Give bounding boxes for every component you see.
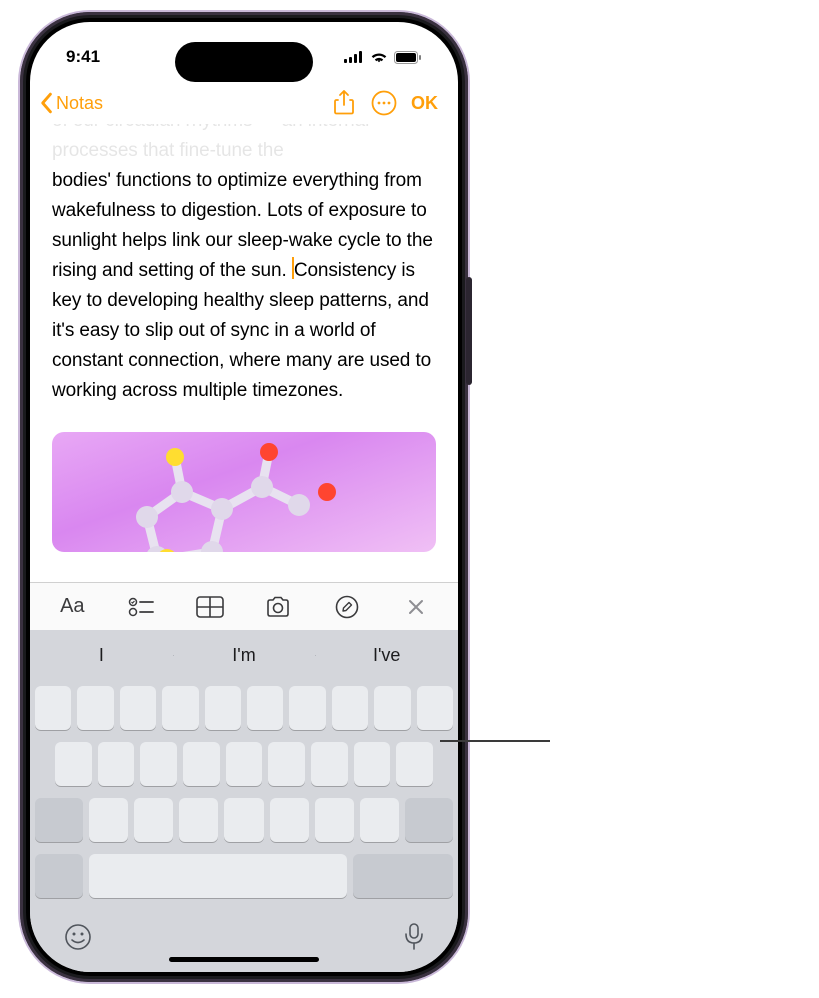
key-return[interactable] xyxy=(353,854,453,898)
key-blank[interactable] xyxy=(315,798,354,842)
checklist-button[interactable] xyxy=(107,583,176,631)
done-label: OK xyxy=(411,93,438,113)
markup-button[interactable] xyxy=(313,583,382,631)
key-blank[interactable] xyxy=(268,742,305,786)
dynamic-island xyxy=(175,42,313,82)
key-space[interactable] xyxy=(89,854,347,898)
side-power-button xyxy=(466,277,472,385)
key-blank[interactable] xyxy=(162,686,198,730)
key-blank[interactable] xyxy=(35,686,71,730)
keyboard xyxy=(30,680,458,972)
key-blank[interactable] xyxy=(77,686,113,730)
key-blank[interactable] xyxy=(396,742,433,786)
battery-icon xyxy=(394,51,422,64)
predictive-suggestion-2[interactable]: I'm xyxy=(173,645,316,666)
dictation-button[interactable] xyxy=(403,922,425,952)
done-button[interactable]: OK xyxy=(405,93,444,114)
text-format-button[interactable]: Aa xyxy=(38,583,107,631)
key-blank[interactable] xyxy=(417,686,453,730)
key-blank[interactable] xyxy=(183,742,220,786)
predictive-suggestion-3[interactable]: I've xyxy=(315,645,458,666)
checklist-icon xyxy=(128,597,154,617)
close-toolbar-button[interactable] xyxy=(381,583,450,631)
home-indicator[interactable] xyxy=(169,957,319,962)
predictive-bar: I I'm I've xyxy=(30,630,458,680)
key-blank[interactable] xyxy=(224,798,263,842)
emoji-button[interactable] xyxy=(63,922,93,952)
key-blank[interactable] xyxy=(55,742,92,786)
key-blank[interactable] xyxy=(120,686,156,730)
key-blank[interactable] xyxy=(332,686,368,730)
key-blank[interactable] xyxy=(226,742,263,786)
screen: 9:41 Notas xyxy=(30,22,458,972)
key-blank[interactable] xyxy=(98,742,135,786)
note-text-after-cursor: Consistency is key to developing healthy… xyxy=(52,260,431,401)
close-icon xyxy=(407,598,425,616)
nav-bar: Notas OK xyxy=(30,82,458,124)
camera-button[interactable] xyxy=(244,583,313,631)
key-blank[interactable] xyxy=(374,686,410,730)
markup-icon xyxy=(335,595,359,619)
ellipsis-circle-icon xyxy=(371,90,397,116)
key-numbers[interactable] xyxy=(35,854,83,898)
key-blank[interactable] xyxy=(140,742,177,786)
key-blank[interactable] xyxy=(360,798,399,842)
share-icon xyxy=(334,90,354,116)
status-time: 9:41 xyxy=(66,47,100,67)
more-button[interactable] xyxy=(365,84,403,122)
key-blank[interactable] xyxy=(311,742,348,786)
molecule-illustration xyxy=(87,437,367,552)
formatting-toolbar: Aa xyxy=(30,582,458,630)
phone-frame: 9:41 Notas xyxy=(20,12,468,982)
predictive-suggestion-1[interactable]: I xyxy=(30,645,173,666)
back-label: Notas xyxy=(56,93,103,114)
share-button[interactable] xyxy=(325,84,363,122)
key-blank[interactable] xyxy=(270,798,309,842)
table-icon xyxy=(196,596,224,618)
key-blank[interactable] xyxy=(179,798,218,842)
key-blank[interactable] xyxy=(205,686,241,730)
cellular-icon xyxy=(344,51,364,63)
key-blank[interactable] xyxy=(247,686,283,730)
text-format-icon: Aa xyxy=(60,595,84,618)
back-button[interactable]: Notas xyxy=(38,92,103,114)
chevron-left-icon xyxy=(38,92,54,114)
key-blank[interactable] xyxy=(289,686,325,730)
note-attachment-image[interactable] xyxy=(52,432,436,552)
note-body[interactable]: bodies' functions to optimize everything… xyxy=(52,124,436,406)
callout-line xyxy=(440,740,550,742)
camera-icon xyxy=(264,596,292,618)
key-blank[interactable] xyxy=(89,798,128,842)
key-blank[interactable] xyxy=(354,742,391,786)
wifi-icon xyxy=(370,51,388,64)
note-text-above: Sunlight has a profound effect on the sl… xyxy=(52,124,436,166)
key-shift[interactable] xyxy=(35,798,83,842)
key-blank[interactable] xyxy=(134,798,173,842)
key-delete[interactable] xyxy=(405,798,453,842)
table-button[interactable] xyxy=(175,583,244,631)
note-content[interactable]: Sunlight has a profound effect on the sl… xyxy=(30,124,458,582)
